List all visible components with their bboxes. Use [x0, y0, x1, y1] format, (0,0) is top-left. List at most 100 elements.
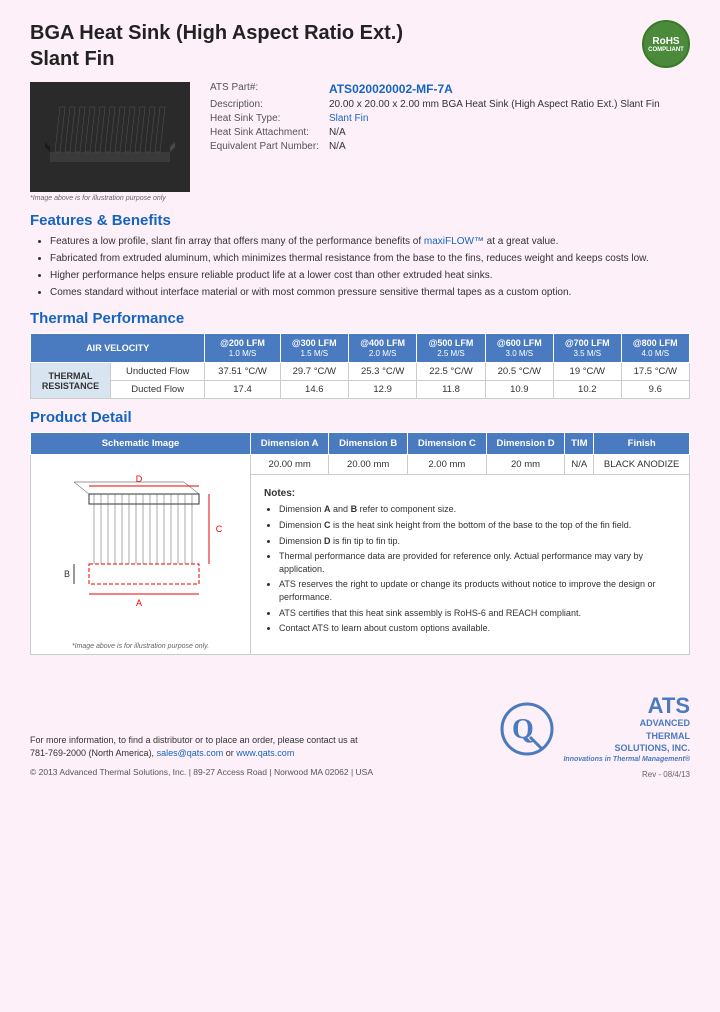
col-800lfm: @800 LFM4.0 M/S [621, 334, 689, 363]
notes-title: Notes: [264, 488, 676, 499]
ducted-600: 10.9 [485, 381, 553, 399]
part-label: ATS Part#: [210, 82, 319, 96]
product-info-section: *Image above is for illustration purpose… [30, 82, 690, 202]
rev-note: Rev - 08/4/13 [500, 770, 690, 779]
title-line1: BGA Heat Sink (High Aspect Ratio Ext.) [30, 20, 403, 46]
note-7: Contact ATS to learn about custom option… [279, 622, 676, 635]
feature-item: Features a low profile, slant fin array … [50, 235, 690, 249]
dim-c-value: 2.00 mm [408, 455, 487, 475]
svg-text:A: A [136, 598, 142, 608]
col-600lfm: @600 LFM3.0 M/S [485, 334, 553, 363]
dim-b-value: 20.00 mm [329, 455, 408, 475]
dim-d-header: Dimension D [486, 433, 565, 455]
feature-item: Higher performance helps ensure reliable… [50, 269, 690, 283]
type-label: Heat Sink Type: [210, 113, 319, 124]
col-500lfm: @500 LFM2.5 M/S [417, 334, 485, 363]
product-specs: ATS Part#: ATS020020002-MF-7A Descriptio… [210, 82, 690, 202]
product-detail-title: Product Detail [30, 409, 690, 426]
rohs-badge: RoHS COMPLIANT [642, 20, 690, 68]
page: BGA Heat Sink (High Aspect Ratio Ext.) S… [0, 0, 720, 1012]
footer-contact: For more information, to find a distribu… [30, 734, 373, 761]
col-300lfm: @300 LFM1.5 M/S [280, 334, 348, 363]
col-700lfm: @700 LFM3.5 M/S [554, 334, 622, 363]
part-value: ATS020020002-MF-7A [329, 82, 690, 96]
specs-grid: ATS Part#: ATS020020002-MF-7A Descriptio… [210, 82, 690, 152]
unducted-600: 20.5 °C/W [485, 363, 553, 381]
footer-right: Q ATS ADVANCED THERMAL SOLUTIONS, INC. I… [500, 695, 690, 779]
note-5: ATS reserves the right to update or chan… [279, 578, 676, 603]
ats-abbrev: ATS [563, 695, 690, 717]
feature-item: Comes standard without interface materia… [50, 286, 690, 300]
schematic-header: Schematic Image [31, 433, 251, 455]
svg-text:D: D [136, 474, 143, 484]
schematic-svg: A B C D [39, 464, 239, 634]
highlight-text: maxiFLOW™ [424, 236, 484, 247]
equiv-label: Equivalent Part Number: [210, 141, 319, 152]
tim-header: TIM [565, 433, 594, 455]
tim-value: N/A [565, 455, 594, 475]
thermal-title: Thermal Performance [30, 310, 690, 327]
dim-b-header: Dimension B [329, 433, 408, 455]
footer-website[interactable]: www.qats.com [236, 748, 294, 758]
ats-tagline: Innovations in Thermal Management® [563, 755, 690, 765]
notes-list: Dimension A and B refer to component siz… [279, 503, 676, 634]
title-line2: Slant Fin [30, 46, 403, 72]
equiv-value: N/A [329, 141, 690, 152]
footer-email[interactable]: sales@qats.com [157, 748, 224, 758]
product-image-area: *Image above is for illustration purpose… [30, 82, 190, 202]
col-400lfm: @400 LFM2.0 M/S [348, 334, 416, 363]
dim-d-value: 20 mm [486, 455, 565, 475]
unducted-400: 25.3 °C/W [348, 363, 416, 381]
unducted-label: Unducted Flow [111, 363, 205, 381]
features-title: Features & Benefits [30, 212, 690, 229]
attach-label: Heat Sink Attachment: [210, 127, 319, 138]
heatsink-svg [35, 87, 185, 187]
footer-phone: 781-769-2000 (North America), [30, 748, 154, 758]
ats-logo: Q ATS ADVANCED THERMAL SOLUTIONS, INC. I… [500, 695, 690, 765]
finish-header: Finish [594, 433, 690, 455]
attach-value: N/A [329, 127, 690, 138]
unducted-300: 29.7 °C/W [280, 363, 348, 381]
ducted-400: 12.9 [348, 381, 416, 399]
dim-c-header: Dimension C [408, 433, 487, 455]
image-note: *Image above is for illustration purpose… [30, 195, 190, 202]
product-image [30, 82, 190, 192]
ats-q-icon: Q [500, 702, 555, 757]
rohs-compliant: COMPLIANT [648, 47, 684, 53]
desc-label: Description: [210, 99, 319, 110]
notes-cell: Notes: Dimension A and B refer to compon… [251, 475, 690, 655]
ats-name-line1: ADVANCED [563, 717, 690, 730]
svg-text:C: C [216, 524, 223, 534]
detail-table: Schematic Image Dimension A Dimension B … [30, 432, 690, 655]
unducted-800: 17.5 °C/W [621, 363, 689, 381]
svg-text:Q: Q [512, 714, 534, 745]
dim-a-value: 20.00 mm [251, 455, 329, 475]
thermal-table: AIR VELOCITY @200 LFM1.0 M/S @300 LFM1.5… [30, 333, 690, 399]
type-value: Slant Fin [329, 113, 690, 124]
desc-value: 20.00 x 20.00 x 2.00 mm BGA Heat Sink (H… [329, 99, 690, 110]
schematic-image-area: A B C D [34, 459, 244, 639]
unducted-700: 19 °C/W [554, 363, 622, 381]
rohs-text: RoHS [652, 36, 679, 47]
product-title: BGA Heat Sink (High Aspect Ratio Ext.) S… [30, 20, 403, 72]
note-3: Dimension D is fin tip to fin tip. [279, 535, 676, 548]
schematic-note: *Image above is for illustration purpose… [34, 643, 247, 650]
ducted-200: 17.4 [205, 381, 280, 399]
footer-left: For more information, to find a distribu… [30, 734, 373, 779]
col-200lfm: @200 LFM1.0 M/S [205, 334, 280, 363]
header-section: BGA Heat Sink (High Aspect Ratio Ext.) S… [30, 20, 690, 72]
unducted-500: 22.5 °C/W [417, 363, 485, 381]
ats-name-line3: SOLUTIONS, INC. [563, 742, 690, 755]
note-6: ATS certifies that this heat sink assemb… [279, 607, 676, 620]
footer-section: For more information, to find a distribu… [30, 685, 690, 779]
ats-name-line2: THERMAL [563, 730, 690, 743]
svg-text:B: B [64, 569, 70, 579]
features-list: Features a low profile, slant fin array … [50, 235, 690, 300]
footer-copyright: © 2013 Advanced Thermal Solutions, Inc. … [30, 766, 373, 779]
feature-item: Fabricated from extruded aluminum, which… [50, 252, 690, 266]
air-velocity-header: AIR VELOCITY [31, 334, 205, 363]
dim-a-header: Dimension A [251, 433, 329, 455]
note-2: Dimension C is the heat sink height from… [279, 519, 676, 532]
ducted-label: Ducted Flow [111, 381, 205, 399]
thermal-resistance-label: THERMAL RESISTANCE [31, 363, 111, 399]
